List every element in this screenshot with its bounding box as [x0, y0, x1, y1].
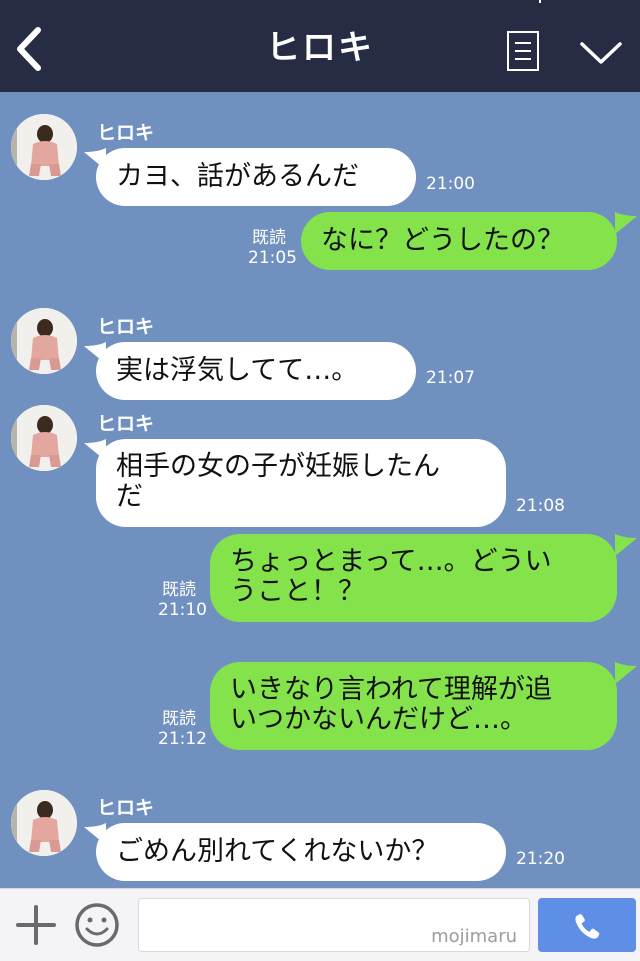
bubble-tail: [615, 212, 637, 234]
chat-title: ヒロキ: [266, 28, 374, 68]
read-receipt: 既読 21:12: [158, 709, 207, 749]
plus-icon[interactable]: [16, 905, 56, 945]
message-time: 21:10: [158, 600, 207, 620]
message-bubble[interactable]: なに？どうしたの？: [301, 212, 617, 270]
avatar[interactable]: [11, 405, 77, 471]
message-line: だ: [116, 481, 143, 512]
avatar[interactable]: [11, 114, 77, 180]
message-line: ちょっとまって…。どうい: [230, 546, 552, 577]
message-bubble[interactable]: 相手の女の子が妊娠したん だ: [96, 439, 506, 527]
chevron-down-icon[interactable]: [578, 36, 624, 66]
emoji-icon[interactable]: [74, 902, 120, 948]
call-button[interactable]: [538, 898, 636, 952]
bubble-tail: [615, 662, 637, 684]
watermark-text: mojimaru: [431, 926, 517, 947]
message-input[interactable]: mojimaru: [138, 898, 530, 952]
message-time: 21:08: [516, 496, 565, 516]
read-label: 既読: [252, 228, 286, 248]
phone-icon: [575, 914, 600, 939]
bubble-tail: [615, 534, 637, 556]
sender-name: ヒロキ: [97, 413, 155, 435]
avatar[interactable]: [11, 308, 77, 374]
message-time: 21:05: [248, 248, 297, 268]
avatar-image: [11, 308, 77, 374]
sender-name: ヒロキ: [97, 316, 155, 338]
message-line: 相手の女の子が妊娠したん: [116, 451, 440, 482]
avatar[interactable]: [11, 790, 77, 856]
avatar-image: [11, 405, 77, 471]
input-bar: mojimaru: [0, 888, 640, 961]
message-line: いきなり言われて理解が追: [230, 674, 552, 705]
message-time: 21:00: [426, 174, 475, 194]
message-bubble[interactable]: 実は浮気してて…。: [96, 342, 416, 400]
read-label: 既読: [162, 709, 196, 729]
message-bubble[interactable]: ちょっとまって…。どうい うこと！？: [210, 534, 617, 622]
chat-header: ヒロキ: [0, 0, 640, 92]
chevron-left-icon[interactable]: [10, 24, 50, 74]
message-time: 21:07: [426, 368, 475, 388]
message-line: いつかないんだけど…。: [230, 704, 527, 735]
sender-name: ヒロキ: [97, 122, 155, 144]
message-line: うこと！？: [230, 576, 365, 607]
read-receipt: 既読 21:10: [158, 580, 207, 620]
avatar-image: [11, 114, 77, 180]
message-bubble[interactable]: いきなり言われて理解が追 いつかないんだけど…。: [210, 662, 617, 750]
sender-name: ヒロキ: [97, 797, 155, 819]
read-receipt: 既読 21:05: [248, 228, 297, 268]
message-bubble[interactable]: カヨ、話があるんだ: [96, 148, 416, 206]
avatar-image: [11, 790, 77, 856]
message-time: 21:20: [516, 849, 565, 869]
menu-list-icon[interactable]: [507, 31, 539, 71]
message-bubble[interactable]: ごめん別れてくれないか？: [96, 823, 506, 881]
message-time: 21:12: [158, 729, 207, 749]
read-label: 既読: [162, 580, 196, 600]
